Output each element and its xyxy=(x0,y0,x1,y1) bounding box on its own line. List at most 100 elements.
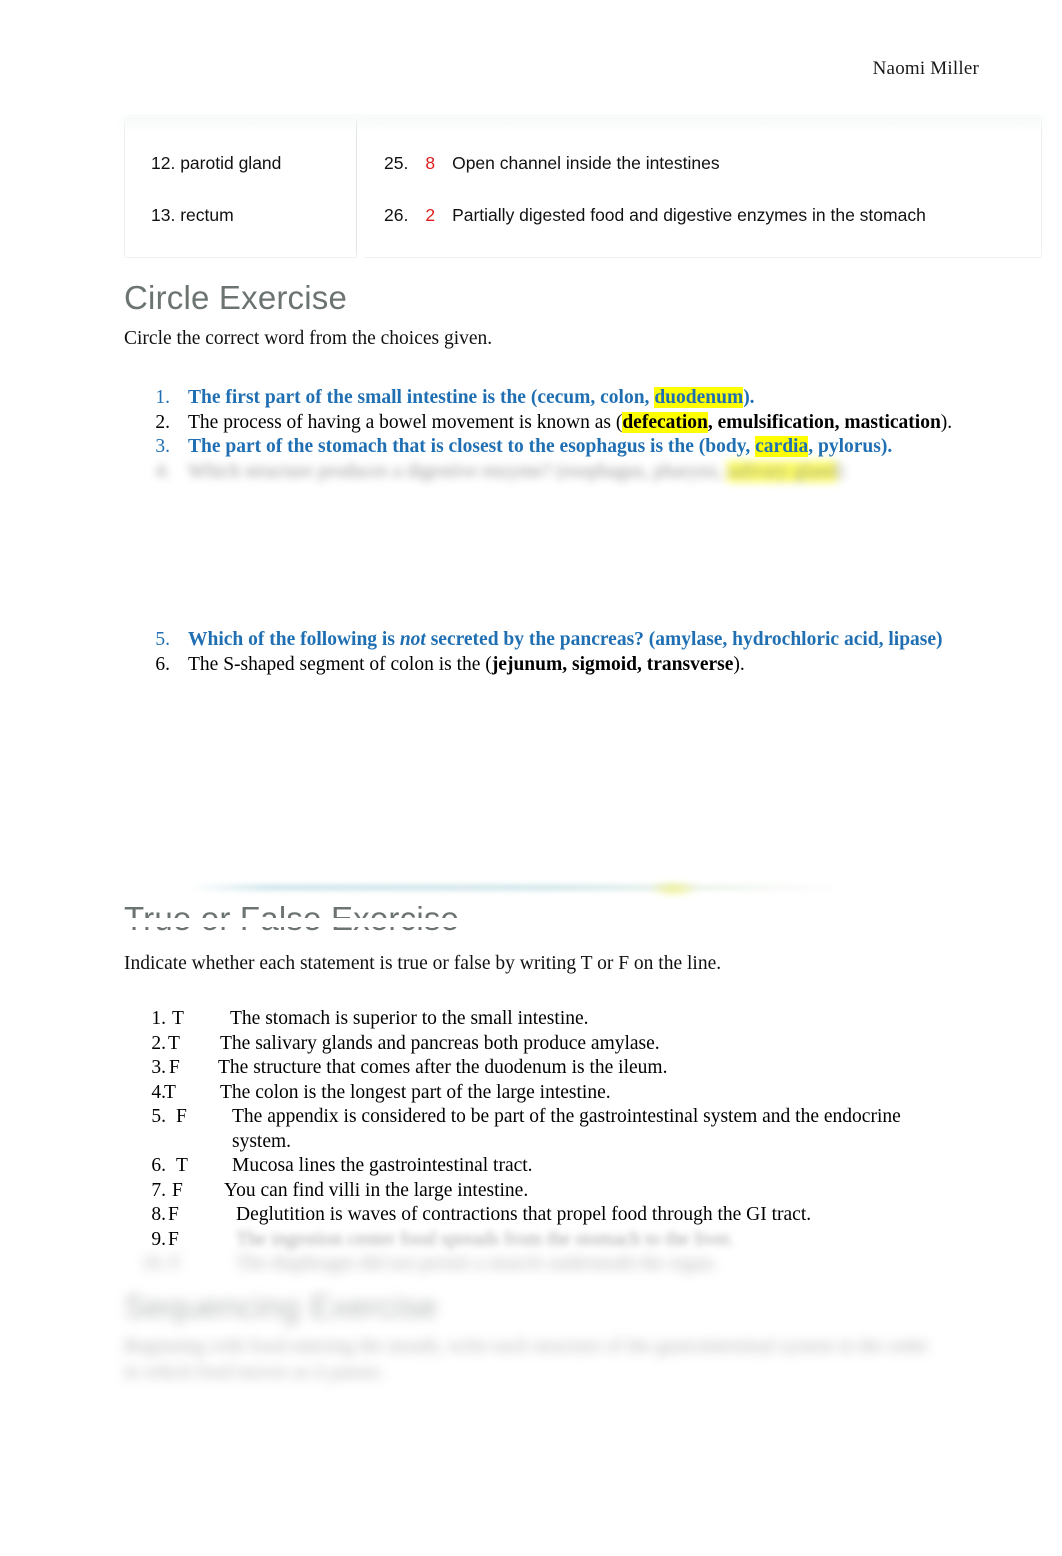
list-item: 4. T The colon is the longest part of th… xyxy=(124,1081,924,1106)
list-item-number: 1. xyxy=(155,387,170,408)
highlighted-answer: defecation xyxy=(622,411,708,433)
list-item: 5. F The appendix is considered to be pa… xyxy=(124,1105,924,1154)
scan-artifact-line xyxy=(190,884,850,891)
term-number: 13. xyxy=(151,205,176,225)
list-item-number: 2. xyxy=(155,411,170,433)
question-text-post: , pylorus). xyxy=(808,436,893,457)
list-item-number: 9. xyxy=(151,1228,166,1250)
list-item-number: 5. xyxy=(155,629,170,650)
table-row: 25. 8 Open channel inside the intestines xyxy=(384,153,1041,205)
list-item: 10. F The diaphragm did not permit a mus… xyxy=(124,1252,924,1277)
term-text: parotid gland xyxy=(180,153,282,173)
question-text-italic: not xyxy=(399,629,426,650)
list-item-number: 3. xyxy=(155,436,170,457)
answer-value: F xyxy=(176,1106,187,1127)
circle-exercise-heading: Circle Exercise xyxy=(124,279,348,316)
term-text: rectum xyxy=(180,205,234,225)
question-text-post: ). xyxy=(743,387,755,408)
document-header-name: Naomi Miller xyxy=(872,58,979,79)
true-false-exercise-intro: Indicate whether each statement is true … xyxy=(124,953,722,974)
sequencing-exercise-heading: Sequencing Exercise xyxy=(124,1288,438,1325)
term-number: 12. xyxy=(151,153,176,173)
statement-text: The stomach is superior to the small int… xyxy=(230,1008,589,1029)
matching-table: 12. parotid gland 13. rectum 25. 8 Open … xyxy=(116,110,1050,266)
circle-exercise-list: 1. The first part of the small intestine… xyxy=(124,386,954,677)
list-item-number: 4. xyxy=(151,1081,166,1103)
answer-value: T xyxy=(176,1155,188,1176)
document-page: Naomi Miller 12. parotid gland 13. rectu… xyxy=(0,0,1062,1556)
statement-text: You can find villi in the large intestin… xyxy=(224,1179,529,1201)
list-item-number: 5. xyxy=(151,1106,166,1127)
sequencing-exercise-intro: Beginning with food entering the mouth, … xyxy=(124,1336,929,1383)
statement-text: The diaphragm did not permit a muscle un… xyxy=(236,1253,718,1274)
list-item-number: 1. xyxy=(151,1008,166,1029)
statement-text: The structure that comes after the duode… xyxy=(218,1057,668,1078)
definition-number: 25. xyxy=(384,153,409,173)
list-item: 9. F The ingestion center food spreads f… xyxy=(124,1228,924,1253)
statement-text: Deglutition is waves of contractions tha… xyxy=(236,1204,812,1225)
list-item: 6. T Mucosa lines the gastrointestinal t… xyxy=(124,1154,924,1179)
matching-table-left-column: 12. parotid gland 13. rectum xyxy=(124,118,356,258)
definition-number: 26. xyxy=(384,205,409,225)
highlighted-answer: cardia xyxy=(755,436,809,457)
question-text-post: secreted by the pancreas? (amylase, hydr… xyxy=(425,629,943,650)
table-row: 13. rectum xyxy=(151,205,356,257)
question-text-post: ). xyxy=(940,411,953,433)
statement-text: The appendix is considered to be part of… xyxy=(232,1106,901,1152)
list-item-number: 6. xyxy=(151,1155,166,1176)
answer-value: T xyxy=(168,1032,180,1054)
list-item: 5. Which of the following is not secrete… xyxy=(124,628,954,653)
statement-text: The colon is the longest part of the lar… xyxy=(220,1081,611,1103)
question-text-mid: , emulsification, mastication xyxy=(707,411,941,433)
highlighted-answer: duodenum xyxy=(654,387,744,408)
table-row: 12. parotid gland xyxy=(151,153,356,205)
statement-text: The ingestion center food spreads from t… xyxy=(236,1228,734,1250)
list-item-number: 2. xyxy=(151,1032,166,1054)
answer-value: F xyxy=(168,1204,179,1225)
highlighted-answer: salivary gland xyxy=(727,460,838,482)
list-item: 4. Which structure produces a digestive … xyxy=(124,460,954,485)
answer-value: F xyxy=(172,1179,183,1201)
matching-table-right-column: 25. 8 Open channel inside the intestines… xyxy=(364,118,1042,258)
list-item-number: 3. xyxy=(151,1057,166,1078)
scan-artifact-highlight xyxy=(648,880,700,898)
list-item: 2. T The salivary glands and pancreas bo… xyxy=(124,1032,924,1057)
list-item-number: 6. xyxy=(155,653,170,675)
question-choices: jejunum, sigmoid, transverse xyxy=(491,653,734,675)
question-text-pre: The part of the stomach that is closest … xyxy=(188,436,756,457)
answer-value: T xyxy=(172,1008,184,1029)
sequencing-exercise-block: Sequencing Exercise Beginning with food … xyxy=(124,1288,954,1398)
list-item: 8. F Deglutition is waves of contraction… xyxy=(124,1203,924,1228)
list-item: 6. The S-shaped segment of colon is the … xyxy=(124,653,954,678)
answer-value: 2 xyxy=(425,205,436,225)
question-text-pre: Which of the following is xyxy=(188,629,400,650)
definition-text: Partially digested food and digestive en… xyxy=(452,205,926,225)
list-item: 1. T The stomach is superior to the smal… xyxy=(124,1007,924,1032)
answer-value: F xyxy=(169,1057,180,1078)
answer-value: T xyxy=(164,1081,176,1103)
list-item-number: 8. xyxy=(151,1204,166,1225)
answer-value: 8 xyxy=(425,153,436,173)
table-row: 26. 2 Partially digested food and digest… xyxy=(384,205,1041,257)
question-text-post: ) xyxy=(837,460,844,482)
question-text-pre: Which structure produces a digestive enz… xyxy=(188,460,728,482)
statement-text: Mucosa lines the gastrointestinal tract. xyxy=(232,1155,533,1176)
definition-text: Open channel inside the intestines xyxy=(452,153,720,173)
list-item-number: 7. xyxy=(151,1179,166,1201)
question-text-post: ). xyxy=(733,653,745,675)
table-column-divider xyxy=(356,118,357,258)
list-item: 3. F The structure that comes after the … xyxy=(124,1056,924,1081)
list-item-number: 4. xyxy=(155,460,170,482)
true-false-exercise-list: 1. T The stomach is superior to the smal… xyxy=(124,1007,924,1277)
true-false-exercise-heading: True or False Exercise xyxy=(124,900,460,937)
statement-text: The salivary glands and pancreas both pr… xyxy=(220,1032,660,1054)
circle-exercise-intro: Circle the correct word from the choices… xyxy=(124,328,493,349)
list-item: 7. F You can find villi in the large int… xyxy=(124,1179,924,1204)
question-text-pre: The S-shaped segment of colon is the ( xyxy=(188,653,492,675)
list-item: 2. The process of having a bowel movemen… xyxy=(124,411,954,436)
list-item: 1. The first part of the small intestine… xyxy=(124,386,954,411)
question-text-pre: The first part of the small intestine is… xyxy=(188,387,655,408)
list-item: 3. The part of the stomach that is close… xyxy=(124,435,954,460)
question-text-pre: The process of having a bowel movement i… xyxy=(188,411,623,433)
list-item-number: 10. xyxy=(141,1253,166,1274)
